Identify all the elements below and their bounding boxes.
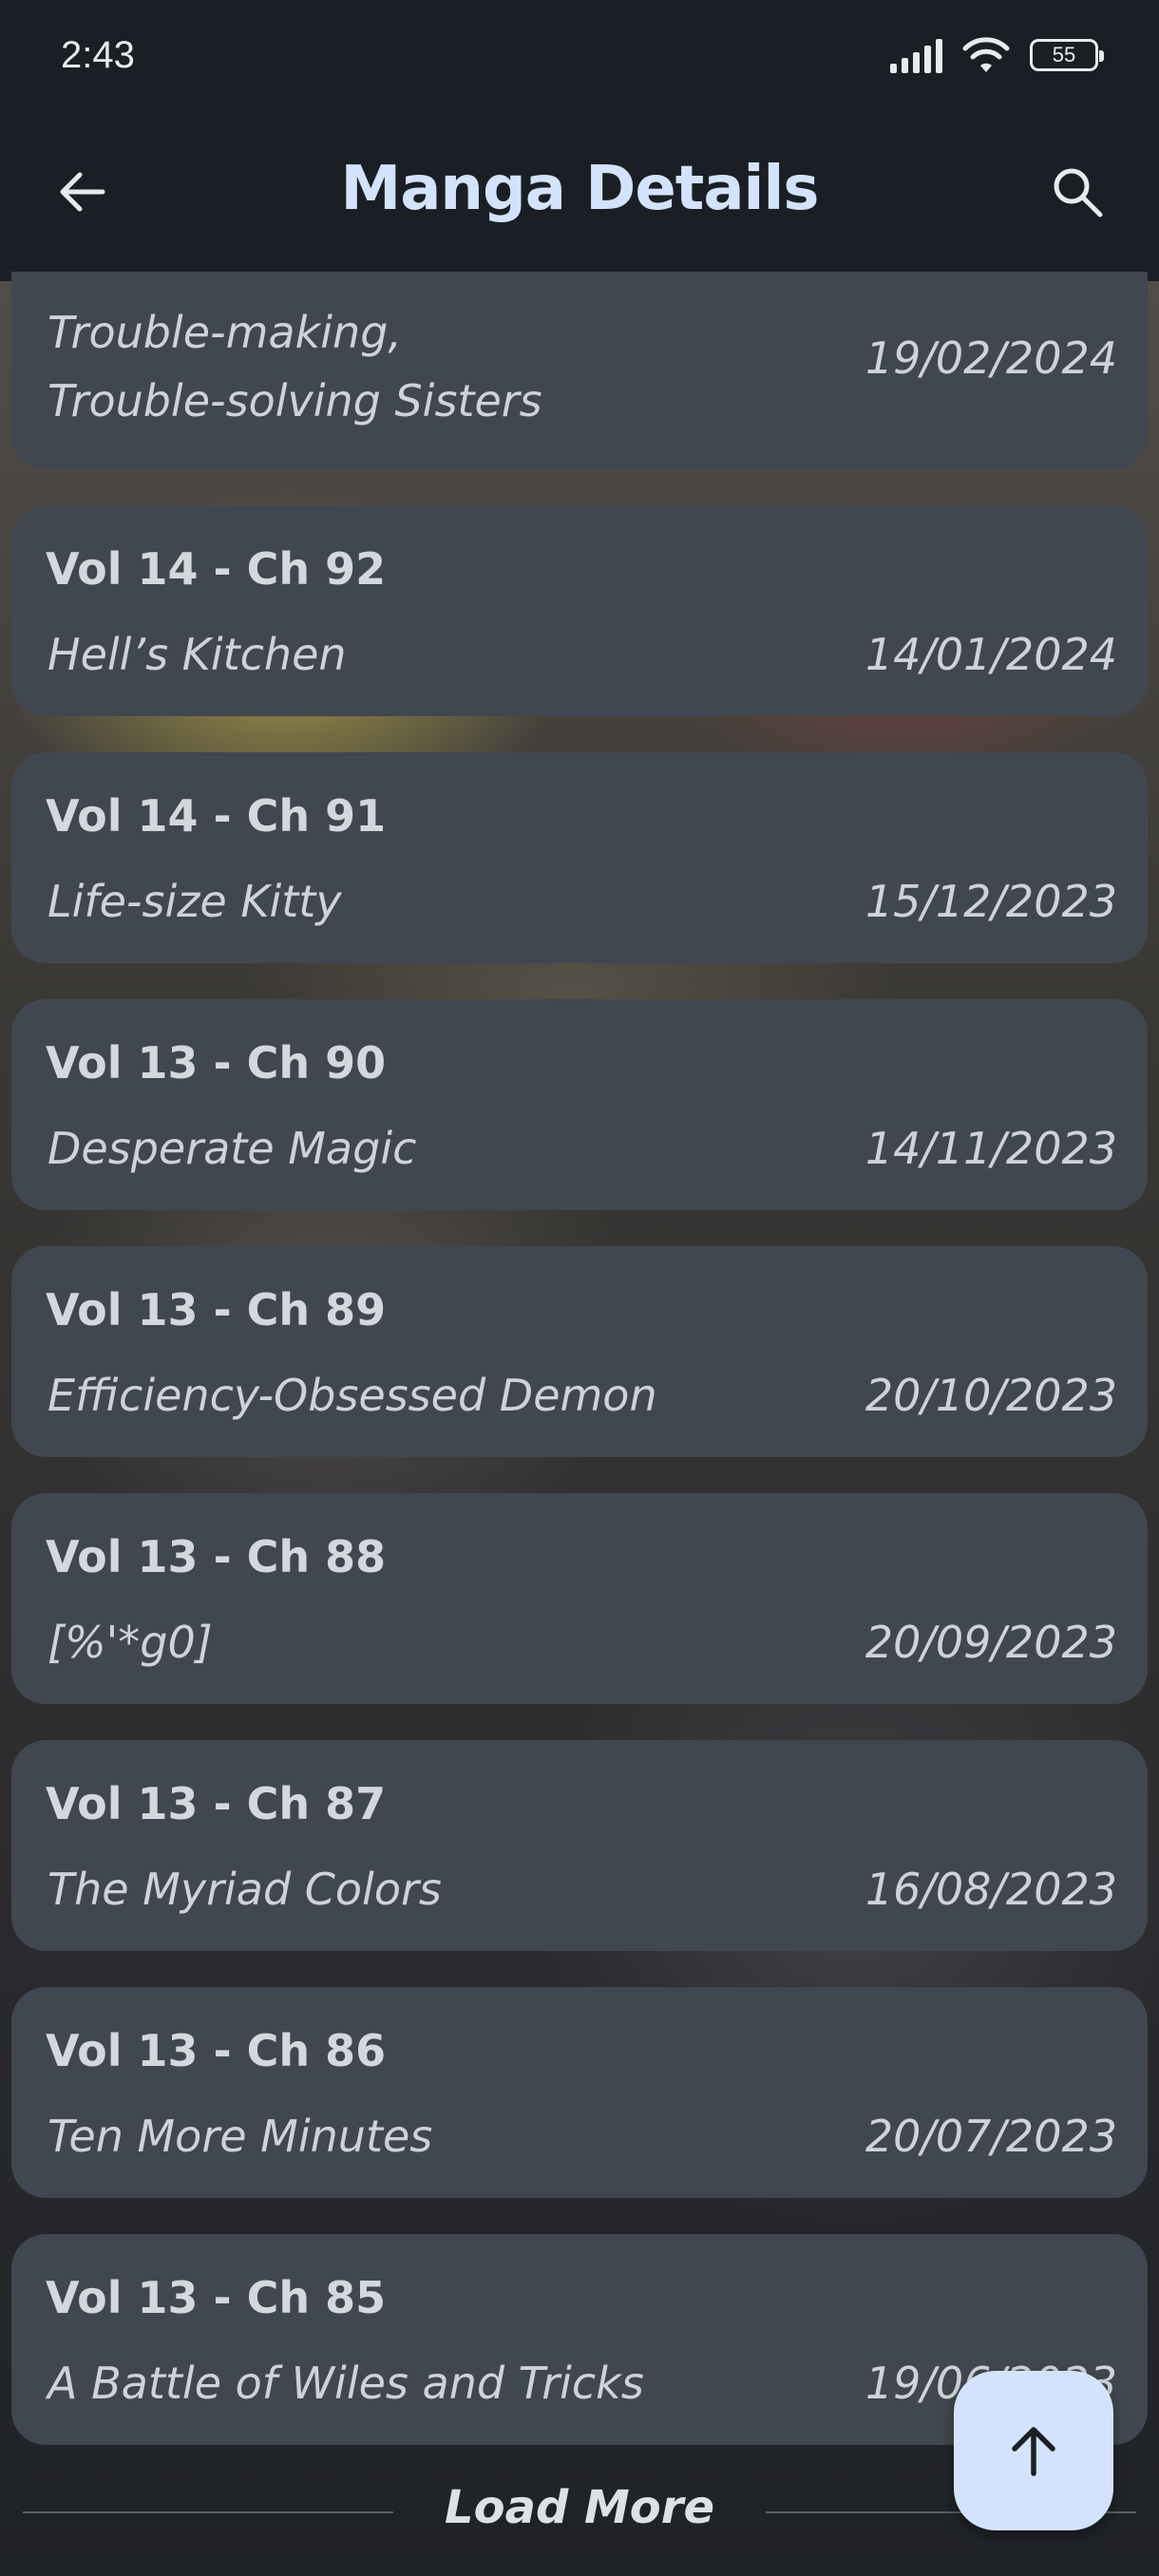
chapter-name: Desperate Magic: [48, 1123, 417, 1174]
wifi-icon: [962, 37, 1010, 72]
chapter-date: 20/10/2023: [864, 1370, 1117, 1421]
chapter-card[interactable]: Vol 14 - Ch 92 Hell’s Kitchen 14/01/2024: [11, 505, 1148, 716]
chapter-name: [%'*g0]: [48, 1617, 213, 1668]
chapter-name-line-2: Trouble-solving Sisters: [48, 375, 542, 426]
page-title: Manga Details: [340, 154, 820, 224]
arrow-up-icon: [1012, 2427, 1055, 2476]
chapter-name: A Battle of Wiles and Tricks: [48, 2358, 644, 2409]
chapter-title: Vol 13 - Ch 89: [46, 1284, 387, 1335]
chapter-title: Vol 13 - Ch 85: [46, 2272, 387, 2323]
chapter-card[interactable]: Vol 13 - Ch 87 The Myriad Colors 16/08/2…: [11, 1740, 1148, 1951]
chapter-name: Trouble-making, Trouble-solving Sisters: [48, 298, 542, 435]
search-icon: [1054, 168, 1103, 218]
app-bar: Manga Details: [0, 114, 1159, 281]
chapter-name: The Myriad Colors: [48, 1864, 442, 1915]
screen: 2:43 55 Manga Details Trouble-making, Tr…: [0, 0, 1159, 2576]
chapter-title: Vol 13 - Ch 86: [46, 2025, 387, 2076]
chapter-date: 16/08/2023: [864, 1864, 1117, 1915]
chapter-card[interactable]: Trouble-making, Trouble-solving Sisters …: [11, 272, 1148, 469]
chapter-name: Ten More Minutes: [48, 2111, 433, 2162]
chapter-name-line-1: Trouble-making,: [48, 307, 403, 358]
chapter-card[interactable]: Vol 13 - Ch 88 [%'*g0] 20/09/2023: [11, 1493, 1148, 1704]
status-icons: 55: [890, 36, 1104, 74]
chapter-date: 20/09/2023: [864, 1617, 1117, 1668]
chapter-card[interactable]: Vol 13 - Ch 86 Ten More Minutes 20/07/20…: [11, 1987, 1148, 2198]
battery-icon: 55: [1030, 39, 1104, 71]
chapter-date: 20/07/2023: [864, 2111, 1117, 2162]
signal-icon: [890, 37, 942, 73]
chapter-title: Vol 13 - Ch 90: [46, 1037, 387, 1089]
chapter-name: Hell’s Kitchen: [48, 629, 347, 680]
status-time: 2:43: [61, 34, 135, 76]
scroll-to-top-button[interactable]: [954, 2371, 1113, 2530]
status-bar: 2:43 55: [0, 0, 1159, 114]
chapter-card[interactable]: Vol 13 - Ch 90 Desperate Magic 14/11/202…: [11, 999, 1148, 1210]
chapter-date: 14/11/2023: [864, 1123, 1117, 1174]
chapter-title: Vol 14 - Ch 92: [46, 543, 387, 595]
search-button[interactable]: [1041, 156, 1113, 228]
chapter-date: 19/02/2024: [864, 332, 1117, 384]
chapter-date: 15/12/2023: [864, 876, 1117, 927]
chapter-card[interactable]: Vol 13 - Ch 89 Efficiency-Obsessed Demon…: [11, 1246, 1148, 1457]
chapter-date: 14/01/2024: [864, 629, 1117, 680]
chapter-name: Efficiency-Obsessed Demon: [48, 1370, 657, 1421]
chapter-title: Vol 13 - Ch 87: [46, 1778, 387, 1829]
chapter-card[interactable]: Vol 14 - Ch 91 Life-size Kitty 15/12/202…: [11, 752, 1148, 963]
chapter-name: Life-size Kitty: [48, 876, 342, 927]
chapter-title: Vol 13 - Ch 88: [46, 1531, 387, 1582]
chapter-title: Vol 14 - Ch 91: [46, 790, 387, 842]
